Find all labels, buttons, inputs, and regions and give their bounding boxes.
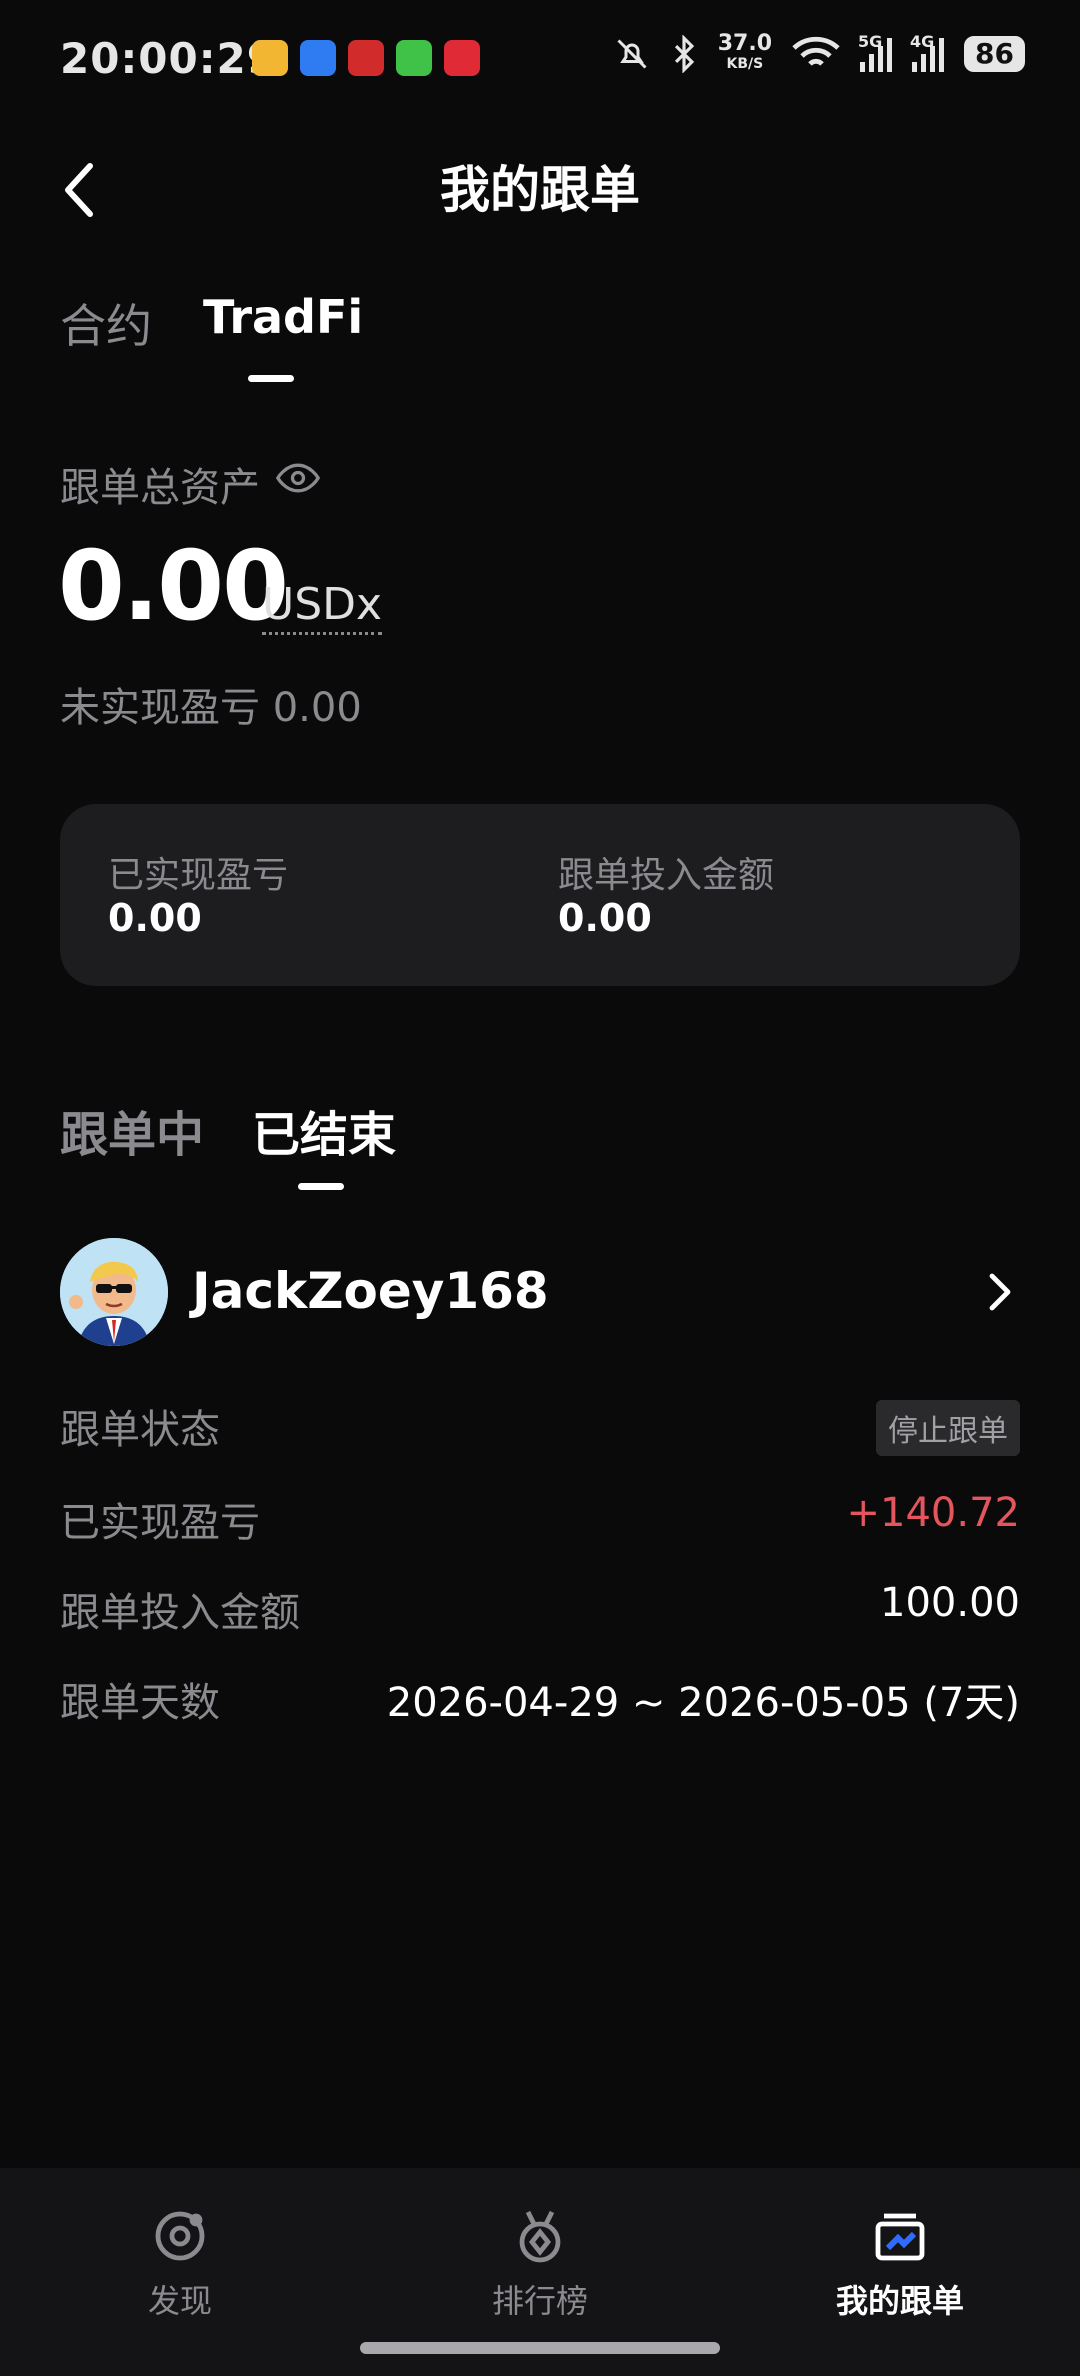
realized-pnl-value: 0.00 [108,896,202,940]
bank-notification-icon [348,40,384,76]
mute-icon [617,39,647,69]
invest-amount-value: 0.00 [558,896,652,940]
invest-amount-label: 跟单投入金额 [558,855,775,896]
nav-my-copy-label: 我的跟单 [835,2282,964,2320]
sub-tab-indicator [298,1183,344,1190]
currency-unit[interactable]: USDx [262,580,383,635]
days-value: 2026-04-29 ~ 2026-05-05 (7天) [386,1680,1020,1726]
battery-icon: 86 [964,36,1025,72]
avatar[interactable] [60,1238,168,1346]
realized-pnl-label: 已实现盈亏 [108,855,289,896]
invest-value: 100.00 [880,1580,1020,1626]
tab-ended[interactable]: 已结束 [252,1095,396,1165]
wifi-icon [792,36,840,66]
signal-4g-label: 4G [910,32,935,51]
signal-4g-icon: 4G [910,32,945,72]
tab-contract[interactable]: 合约 [60,290,152,356]
trader-name[interactable]: JackZoey168 [192,1262,549,1320]
net-speed: 37.0 KB/S [717,31,773,74]
signal-5g-icon: 5G [858,32,893,72]
realized-label: 已实现盈亏 [60,1500,260,1546]
mail-notification-icon [252,40,288,76]
bluetooth-icon [674,35,694,73]
status-time: 20:00:29 [60,34,277,83]
tab-indicator [248,375,294,382]
nav-ranking-label: 排行榜 [491,2282,588,2320]
status-label: 跟单状态 [60,1407,220,1453]
total-assets-label: 跟单总资产 [60,465,260,511]
home-indicator[interactable] [360,2342,720,2354]
nav-discover[interactable]: 发现 [80,2208,280,2322]
browser-notification-icon [300,40,336,76]
status-badge: 停止跟单 [876,1400,1020,1456]
net-speed-unit: KB/S [726,56,764,72]
avatar-image [60,1238,168,1346]
total-assets-value: 0.00 [58,530,289,642]
chevron-right-icon[interactable] [988,1272,1012,1312]
app-notification-icon [444,40,480,76]
nav-my-copy[interactable]: 我的跟单 [800,2208,1000,2322]
discover-icon [155,2211,205,2261]
tab-following[interactable]: 跟单中 [60,1095,204,1165]
summary-card: 已实现盈亏 0.00 跟单投入金额 0.00 [60,804,1020,986]
signal-5g-label: 5G [858,32,883,51]
status-icons: 37.0 KB/S 5G 4G 86 [614,31,1025,74]
realized-value: +140.72 [846,1490,1020,1536]
page-title: 我的跟单 [440,161,640,219]
ranking-icon [519,2210,561,2263]
my-copy-icon [875,2213,925,2261]
nav-discover-label: 发现 [147,2282,212,2320]
eye-icon[interactable] [276,462,320,494]
tab-tradfi[interactable]: TradFi [203,290,363,344]
invest-label: 跟单投入金额 [60,1590,300,1636]
nav-ranking[interactable]: 排行榜 [440,2208,640,2322]
message-notification-icon [396,40,432,76]
unrealized-pnl: 未实现盈亏 0.00 [60,685,362,731]
net-speed-value: 37.0 [717,31,773,56]
days-label: 跟单天数 [60,1680,220,1726]
